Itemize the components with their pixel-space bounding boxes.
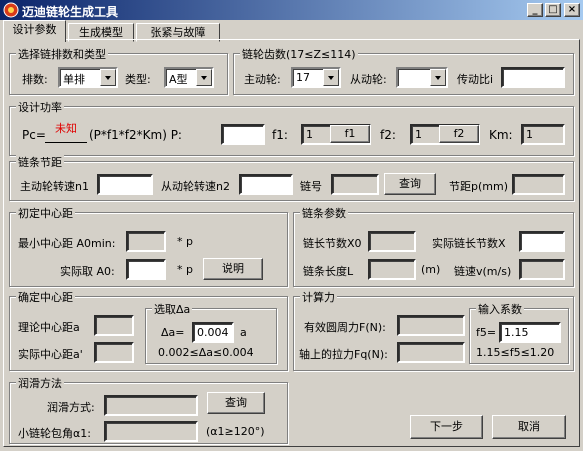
close-icon[interactable]: ×	[564, 3, 580, 17]
lube-method-label: 润滑方式:	[47, 401, 95, 414]
f5-label: f5=	[476, 326, 497, 339]
km-field[interactable]: 1	[521, 124, 565, 145]
group-legend: 选择链排数和类型	[16, 46, 108, 62]
lube-method-field[interactable]	[104, 395, 198, 416]
km-label: Km:	[489, 128, 513, 142]
group-legend: 计算力	[300, 289, 337, 305]
p-field[interactable]	[221, 124, 265, 145]
links-label: 链长节数X0	[303, 237, 362, 250]
speed-field[interactable]	[519, 259, 565, 280]
explain-button[interactable]: 说明	[203, 258, 263, 280]
min-center-field[interactable]	[126, 231, 166, 252]
n1-field[interactable]	[97, 174, 153, 195]
type-label: 类型:	[125, 73, 151, 86]
formula-suffix: (P*f1*f2*Km) P:	[89, 128, 182, 142]
type-select[interactable]: A型	[164, 67, 214, 88]
theory-center-label: 理论中心距a	[18, 321, 80, 334]
ratio-field[interactable]	[501, 67, 565, 88]
n2-label: 从动轮转速n2	[161, 180, 230, 193]
delta-a-range: 0.002≤Δa≤0.004	[158, 346, 254, 359]
f1-button[interactable]: f1	[330, 125, 370, 143]
min-center-unit: * p	[177, 235, 193, 248]
f2-label: f2:	[380, 128, 396, 142]
chevron-down-icon[interactable]	[100, 69, 116, 86]
actual-a0-field[interactable]	[126, 259, 166, 280]
next-button[interactable]: 下一步	[410, 415, 483, 439]
chain-no-label: 链号	[300, 180, 322, 193]
speed-label: 链速v(m/s)	[454, 265, 512, 278]
chevron-down-icon[interactable]	[430, 69, 446, 86]
actual-a0-unit: * p	[177, 263, 193, 276]
window-title: 迈迪链轮生成工具	[22, 5, 119, 19]
n2-field[interactable]	[239, 174, 293, 195]
lube-query-button[interactable]: 查询	[207, 392, 265, 414]
actual-center-field[interactable]	[94, 342, 134, 363]
maximize-icon[interactable]: □	[545, 3, 561, 17]
driving-teeth-select[interactable]: 17	[291, 67, 341, 88]
actual-links-label: 实际链长节数X	[432, 237, 506, 250]
group-legend: 设计功率	[16, 99, 64, 115]
effective-force-field[interactable]	[397, 315, 465, 336]
theory-center-field[interactable]	[94, 315, 134, 336]
group-legend: 润滑方法	[16, 375, 64, 391]
length-unit: (m)	[421, 263, 441, 276]
delta-a-label: Δa=	[161, 326, 185, 339]
group-legend: 链条参数	[300, 205, 348, 221]
group-legend: 初定中心距	[16, 205, 75, 221]
shaft-force-label: 轴上的拉力Fq(N):	[299, 348, 388, 361]
min-center-label: 最小中心距 A0min:	[18, 237, 116, 250]
f2-button[interactable]: f2	[439, 125, 479, 143]
effective-force-label: 有效圆周力F(N):	[304, 321, 386, 334]
rows-label: 排数:	[22, 73, 48, 86]
title-bar: 迈迪链轮生成工具 _ □ ×	[0, 0, 583, 20]
cancel-button[interactable]: 取消	[492, 415, 566, 439]
group-legend: 链轮齿数(17≤Z≤114)	[240, 46, 358, 62]
minimize-icon[interactable]: _	[527, 3, 543, 17]
actual-links-field[interactable]	[519, 231, 565, 252]
group-legend: 确定中心距	[16, 289, 75, 305]
length-label: 链条长度L	[303, 265, 354, 278]
driving-label: 主动轮:	[244, 73, 281, 86]
n1-label: 主动轮转速n1	[20, 180, 89, 193]
driving-teeth-value: 17	[296, 71, 310, 84]
pitch-query-button[interactable]: 查询	[384, 173, 436, 195]
ratio-label: 传动比i	[457, 73, 494, 86]
delta-a-field[interactable]: 0.004	[192, 322, 234, 343]
actual-center-label: 实际中心距a'	[18, 348, 83, 361]
f5-range: 1.15≤f5≤1.20	[476, 346, 555, 359]
delta-a-unit: a	[240, 326, 247, 339]
f5-field[interactable]: 1.15	[499, 322, 561, 343]
tab-design-params[interactable]: 设计参数	[3, 20, 66, 42]
app-icon	[3, 2, 19, 18]
type-select-value: A型	[169, 73, 188, 86]
f1-label: f1:	[272, 128, 288, 142]
pitch-p-field[interactable]	[512, 174, 565, 195]
driven-label: 从动轮:	[350, 73, 387, 86]
chain-no-field[interactable]	[331, 174, 379, 195]
group-legend: 链条节距	[16, 154, 64, 170]
links-field[interactable]	[368, 231, 416, 252]
wrap-angle-hint: (α1≥120°)	[206, 425, 265, 438]
rows-select-value: 单排	[63, 73, 85, 86]
driven-teeth-select[interactable]	[396, 67, 448, 88]
group-legend: 输入系数	[476, 301, 524, 317]
rows-select[interactable]: 单排	[58, 67, 118, 88]
group-legend: 选取Δa	[152, 301, 193, 317]
length-field[interactable]	[368, 259, 416, 280]
wrap-angle-field[interactable]	[104, 421, 198, 442]
pitch-p-label: 节距p(mm)	[449, 180, 508, 193]
actual-a0-label: 实际取 A0:	[60, 265, 115, 278]
wrap-angle-label: 小链轮包角α1:	[18, 427, 91, 440]
shaft-force-field[interactable]	[397, 342, 465, 363]
chevron-down-icon[interactable]	[323, 69, 339, 86]
formula-prefix: Pc=	[22, 128, 46, 142]
pc-result: 未知	[45, 120, 87, 143]
chevron-down-icon[interactable]	[196, 69, 212, 86]
